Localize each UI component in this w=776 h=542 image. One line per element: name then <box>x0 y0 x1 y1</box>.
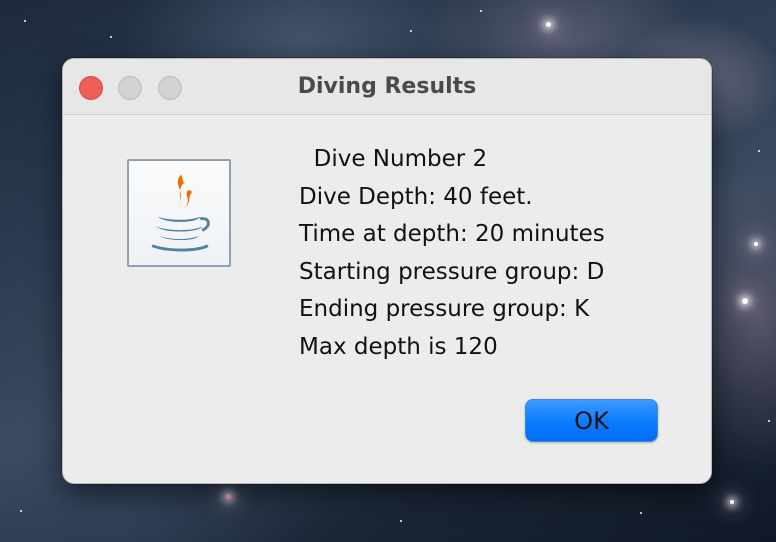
message-line: Dive Number 2 <box>299 146 488 172</box>
wallpaper-star <box>226 494 231 499</box>
wallpaper-star <box>400 520 402 522</box>
wallpaper-star <box>730 500 734 504</box>
message-line: Time at depth: 20 minutes <box>299 221 605 248</box>
wallpaper-star <box>546 22 551 27</box>
message-line: Dive Depth: 40 feet. <box>299 183 533 210</box>
window-title: Diving Results <box>297 74 477 99</box>
ok-button[interactable]: OK <box>525 399 658 442</box>
diving-results-dialog: Diving Results Dive Number 2 Dive Depth:… <box>62 58 712 484</box>
wallpaper-star <box>758 150 760 152</box>
title-bar[interactable]: Diving Results <box>63 59 711 115</box>
message-line: Ending pressure group: K <box>299 296 590 323</box>
wallpaper-star <box>754 242 758 246</box>
wallpaper-star <box>110 36 112 38</box>
java-icon <box>127 159 231 267</box>
wallpaper-star <box>640 512 642 514</box>
wallpaper-star <box>768 420 770 422</box>
message-line: Max depth is 120 <box>299 333 498 360</box>
wallpaper-star <box>480 10 482 12</box>
wallpaper-star <box>410 30 412 32</box>
wallpaper-star <box>742 298 748 304</box>
wallpaper-star <box>20 510 22 512</box>
message-line: Starting pressure group: D <box>299 258 605 285</box>
dialog-message: Dive Number 2 Dive Depth: 40 feet. Time … <box>299 141 679 367</box>
wallpaper-star <box>24 20 26 22</box>
